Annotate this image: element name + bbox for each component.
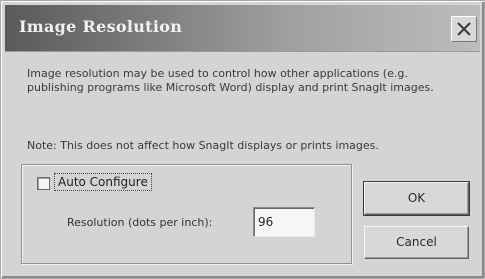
note-text: Note: This does not affect how SnagIt di… (27, 139, 379, 152)
ok-button[interactable]: OK (363, 181, 470, 216)
image-resolution-dialog: Image Resolution Image resolution may be… (0, 0, 485, 279)
description-text: Image resolution may be used to control … (27, 67, 434, 94)
auto-configure-label[interactable]: Auto Configure (54, 173, 152, 191)
title-bar[interactable]: Image Resolution (5, 5, 480, 52)
close-icon (457, 22, 471, 36)
close-button[interactable] (451, 16, 477, 42)
resolution-label: Resolution (dots per inch): (67, 216, 213, 229)
resolution-input[interactable] (253, 207, 315, 237)
auto-configure-checkbox[interactable] (37, 177, 50, 190)
cancel-button[interactable]: Cancel (364, 226, 469, 259)
dialog-title: Image Resolution (19, 17, 183, 36)
